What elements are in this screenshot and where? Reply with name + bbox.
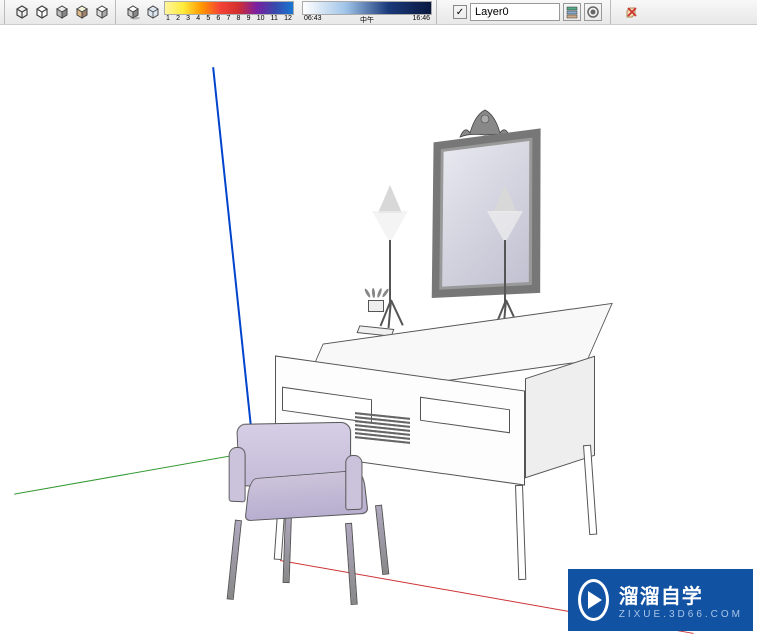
xray-toggle-icon[interactable] [144,3,162,21]
time-start: 06:43 [304,15,322,23]
shadow-toggle-icon[interactable] [124,3,142,21]
plant-object[interactable] [368,300,384,312]
toolbar-separator [115,0,120,24]
time-ticks: 06:43 中午 16:46 [302,15,432,23]
layer-dropdown[interactable]: Layer0 [470,3,560,21]
time-end: 16:46 [412,15,430,23]
model-scene [10,65,740,625]
month-slider[interactable]: 123456789101112 [164,1,294,23]
axis-z-blue [212,67,257,475]
layer-controls: ✓ Layer0 [453,3,602,21]
lamp-right-object[interactable] [485,185,530,240]
toolbar-separator [610,0,615,24]
main-toolbar: 123456789101112 06:43 中午 16:46 ✓ Layer0 [0,0,757,25]
delete-icon[interactable] [623,3,641,21]
time-slider[interactable]: 06:43 中午 16:46 [302,1,432,23]
viewport-3d[interactable]: 溜溜自学 ZIXUE.3D66.COM [0,25,757,635]
month-ticks: 123456789101112 [164,15,294,23]
play-icon [578,579,609,621]
watermark-title: 溜溜自学 [619,580,743,609]
style-hidden-icon[interactable] [33,3,51,21]
style-shaded-icon[interactable] [53,3,71,21]
lamp-left-object[interactable] [370,185,415,240]
layer-manager-button[interactable] [563,3,581,21]
watermark-url: ZIXUE.3D66.COM [619,609,743,620]
style-wireframe-icon[interactable] [13,3,31,21]
toolbar-separator [436,0,441,24]
style-textured-icon[interactable] [73,3,91,21]
month-gradient[interactable] [164,1,294,15]
toolbar-separator [4,0,9,24]
chair-object[interactable] [190,415,390,615]
time-gradient[interactable] [302,1,432,15]
style-mono-icon[interactable] [93,3,111,21]
layer-color-button[interactable] [584,3,602,21]
layer-visible-checkbox[interactable]: ✓ [453,5,467,19]
time-mid: 中午 [360,15,374,23]
watermark-badge: 溜溜自学 ZIXUE.3D66.COM [568,569,753,631]
